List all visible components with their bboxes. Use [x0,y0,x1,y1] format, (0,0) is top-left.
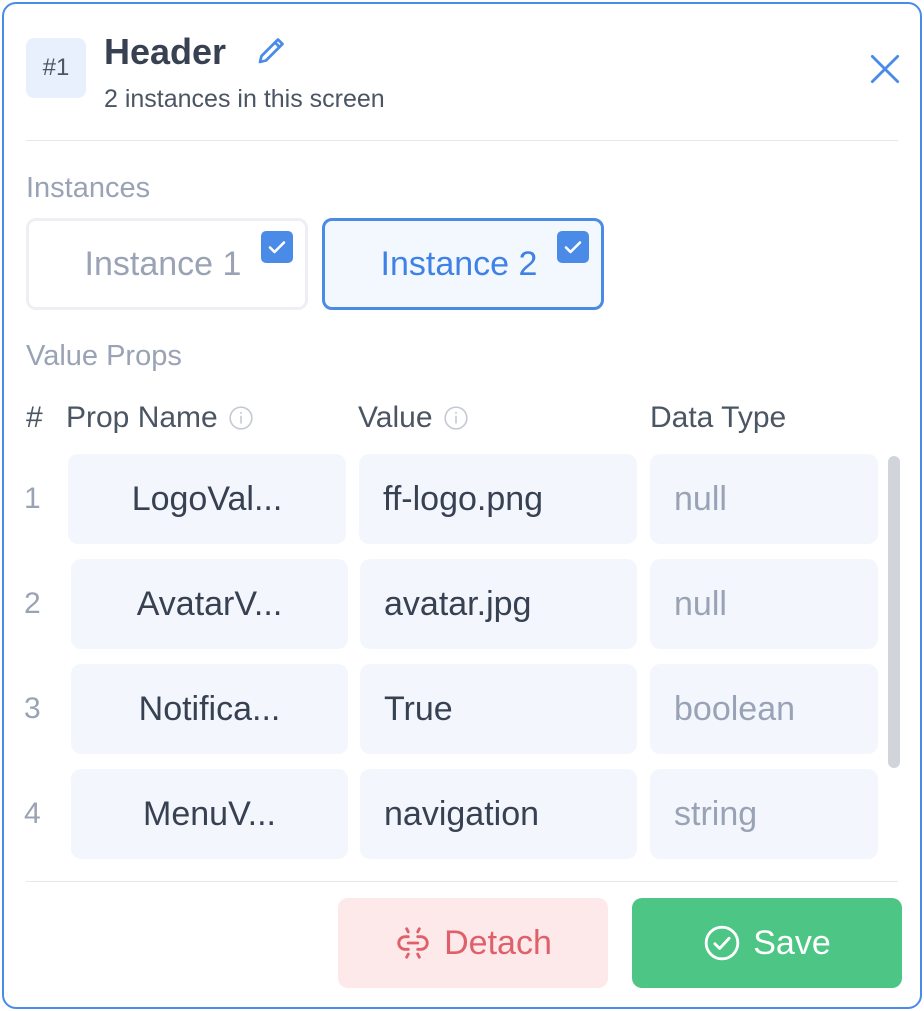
table-row: 1 LogoVal... ff-logo.png null [4,454,884,544]
instances-section-label: Instances [26,172,151,204]
column-header-data-type: Data Type [650,398,786,438]
column-header-value-text: Value [358,401,433,434]
component-instance-panel: #1 Header 2 instances in this screen Ins… [2,2,922,1009]
column-header-num-text: # [26,401,43,434]
data-type-field[interactable]: null [650,559,878,649]
value-props-section-label: Value Props [26,340,182,372]
info-icon[interactable] [228,405,254,431]
check-circle-icon [704,925,740,961]
row-number: 4 [24,797,41,830]
instance-1-card[interactable]: Instance 1 [26,218,308,310]
data-type-field[interactable]: string [650,769,878,859]
save-button[interactable]: Save [632,898,902,988]
instance-1-label: Instance 1 [84,244,242,283]
prop-name-field[interactable]: Notifica... [71,664,348,754]
broken-link-icon [397,927,429,959]
column-header-prop-name: Prop Name [66,398,254,438]
prop-name-field[interactable]: MenuV... [71,769,348,859]
row-number: 3 [24,692,41,725]
detach-label: Detach [444,923,552,962]
column-header-data-type-text: Data Type [650,401,787,434]
checkbox-checked-icon[interactable] [557,231,589,263]
instance-2-label: Instance 2 [380,244,538,283]
data-type-field[interactable]: boolean [650,664,878,754]
prop-name-field[interactable]: AvatarV... [71,559,348,649]
value-field[interactable]: True [360,664,637,754]
column-header-prop-name-text: Prop Name [66,401,218,434]
header-divider [26,140,898,141]
instance-count-text: 2 instances in this screen [104,85,385,113]
table-row: 4 MenuV... navigation string [4,769,884,859]
value-field[interactable]: ff-logo.png [359,454,637,544]
footer-divider [26,881,898,882]
value-field[interactable]: avatar.jpg [360,559,637,649]
info-icon[interactable] [443,405,469,431]
column-header-value: Value [358,398,469,438]
checkbox-checked-icon[interactable] [261,231,293,263]
save-label: Save [753,923,831,962]
prop-name-field[interactable]: LogoVal... [68,454,346,544]
instance-2-card[interactable]: Instance 2 [322,218,604,310]
close-icon[interactable] [866,50,904,88]
row-number: 2 [24,587,41,620]
table-row: 2 AvatarV... avatar.jpg null [4,559,884,649]
column-header-num: # [26,398,43,438]
component-title: Header [104,31,227,72]
detach-button[interactable]: Detach [338,898,608,988]
pencil-icon[interactable] [254,32,290,68]
table-scrollbar[interactable] [888,456,900,768]
value-field[interactable]: navigation [360,769,637,859]
table-row: 3 Notifica... True boolean [4,664,884,754]
data-type-field[interactable]: null [650,454,878,544]
component-number-badge: #1 [26,38,86,98]
row-number: 1 [24,482,41,515]
